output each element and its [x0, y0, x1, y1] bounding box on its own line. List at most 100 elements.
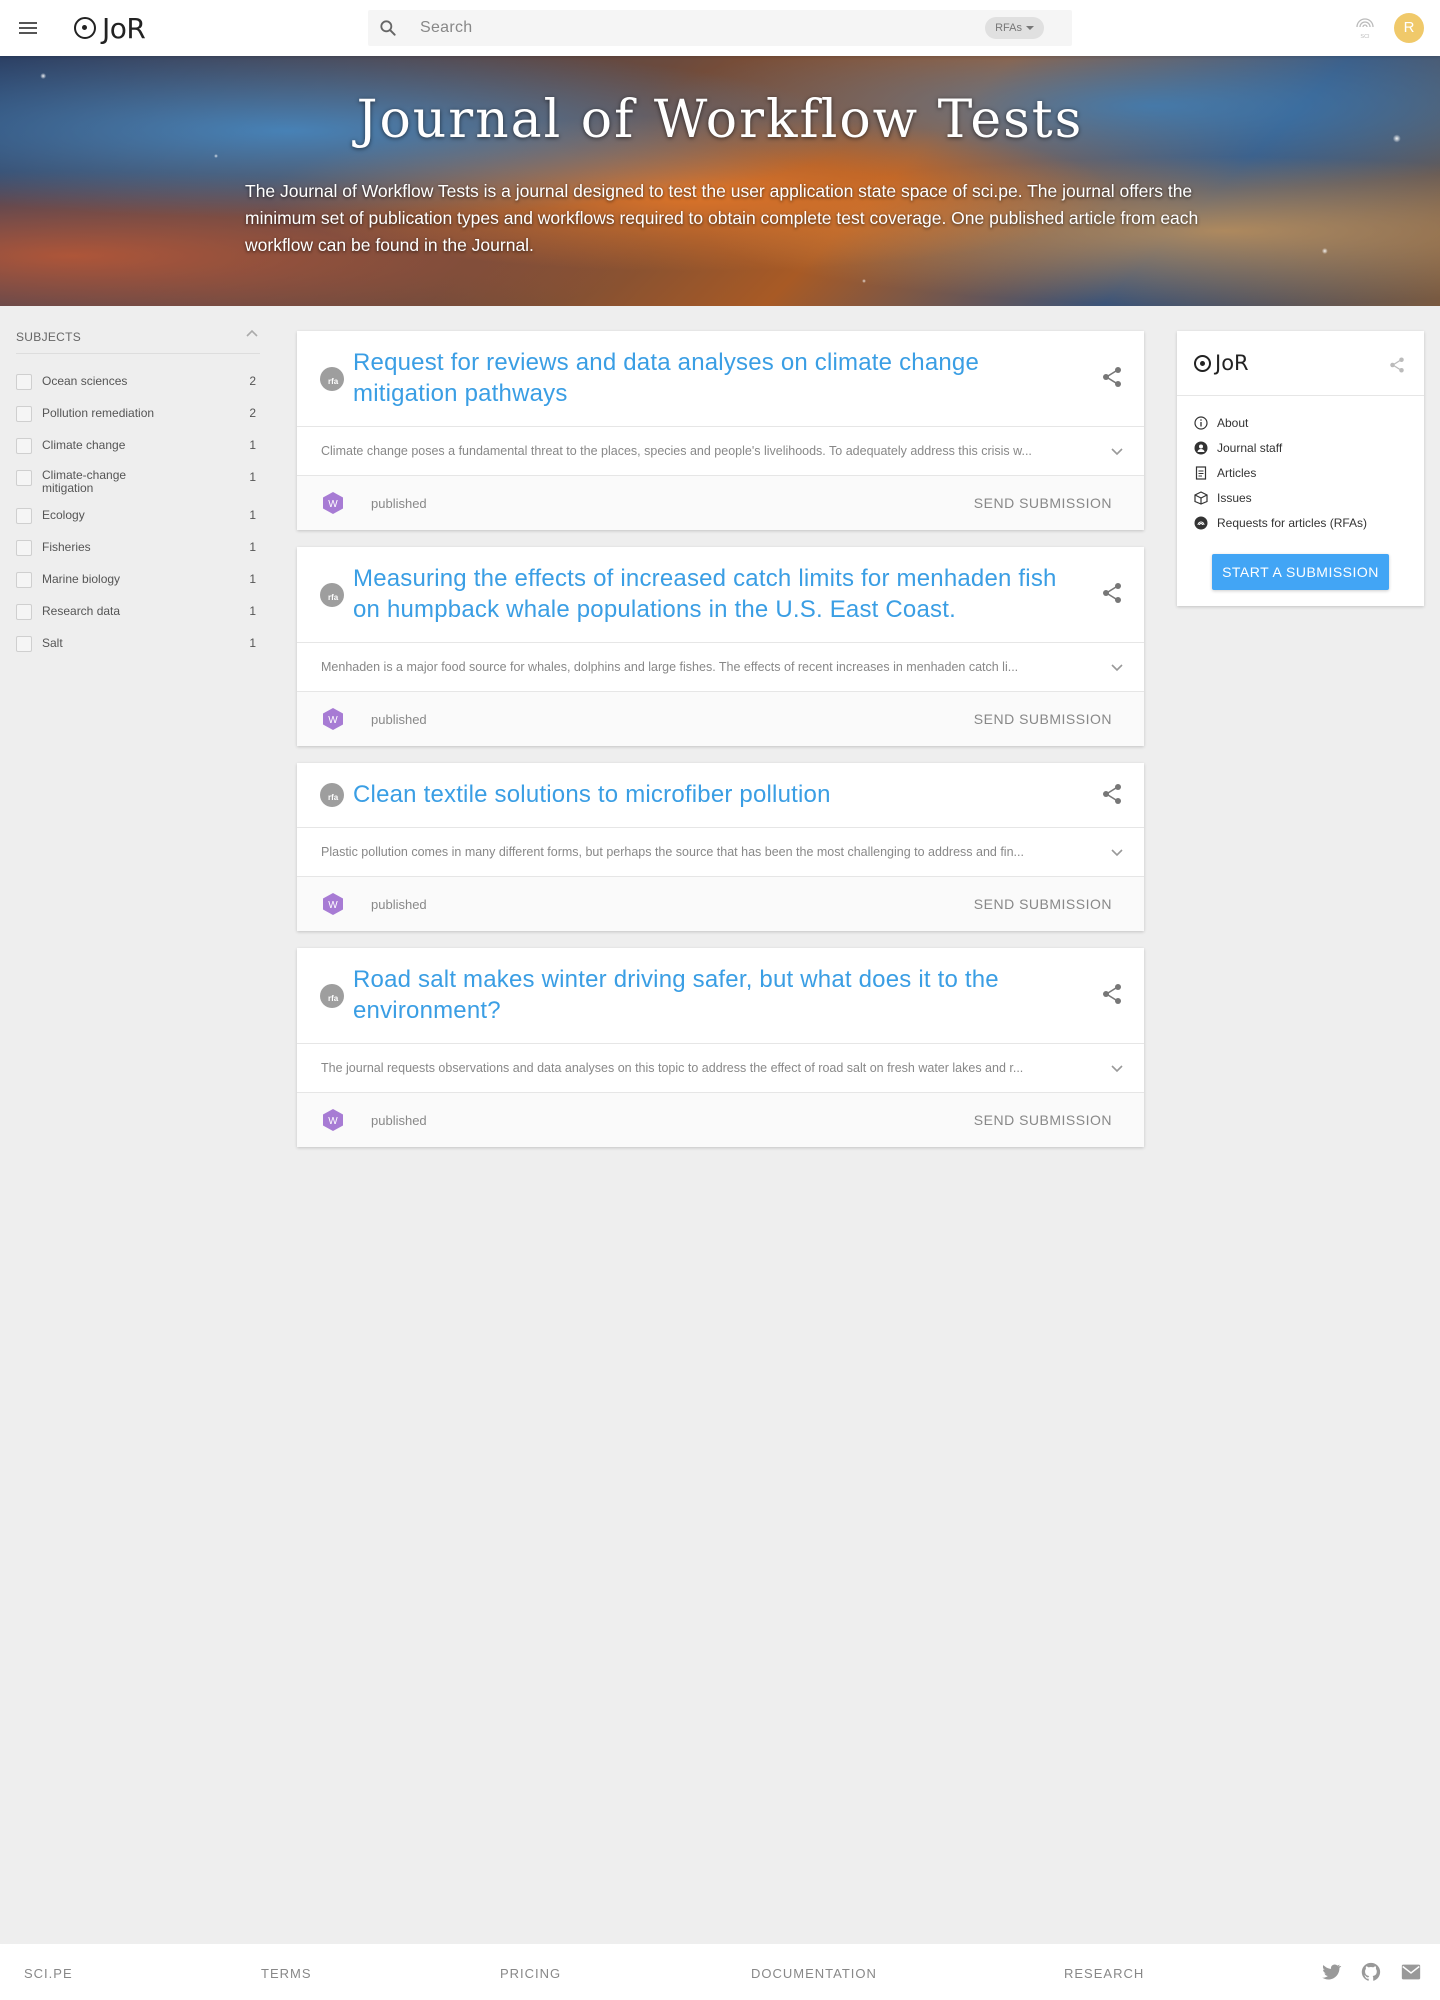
subject-count: 1 — [249, 438, 256, 452]
workflow-badge-icon: W — [323, 1109, 343, 1131]
journal-logo-text: JoR — [1215, 351, 1249, 375]
subject-count: 1 — [249, 636, 256, 650]
logo-circle-icon — [74, 17, 96, 39]
subjects-header[interactable]: SUBJECTS — [16, 328, 260, 354]
footer-link-scipe[interactable]: SCI.PE — [24, 1966, 73, 1981]
footer-link-research[interactable]: RESEARCH — [1064, 1966, 1144, 1981]
share-icon[interactable] — [1100, 365, 1124, 389]
github-icon[interactable] — [1360, 1961, 1382, 1983]
subject-filter[interactable]: Climate-change mitigation 1 — [16, 466, 260, 496]
footer-link-pricing[interactable]: PRICING — [500, 1966, 561, 1981]
chevron-down-icon[interactable] — [1108, 658, 1126, 676]
twitter-icon[interactable] — [1320, 1961, 1342, 1983]
rfa-type-icon: rfa — [320, 783, 344, 807]
send-submission-button[interactable]: SEND SUBMISSION — [974, 711, 1112, 727]
send-submission-button[interactable]: SEND SUBMISSION — [974, 1112, 1112, 1128]
journal-logo[interactable]: JoR — [1194, 351, 1249, 375]
rfa-type-icon: rfa — [320, 984, 344, 1008]
nav-articles[interactable]: Articles — [1194, 463, 1414, 483]
menu-icon[interactable] — [16, 16, 40, 40]
rfa-icon — [1194, 516, 1208, 530]
checkbox[interactable] — [16, 374, 32, 390]
checkbox[interactable] — [16, 438, 32, 454]
rfa-card: rfa Measuring the effects of increased c… — [297, 547, 1144, 746]
share-icon[interactable] — [1100, 782, 1124, 806]
article-icon — [1195, 466, 1207, 480]
share-icon[interactable] — [1388, 356, 1406, 374]
nav-issues[interactable]: Issues — [1194, 488, 1414, 508]
share-icon[interactable] — [1100, 581, 1124, 605]
subject-label: Ecology — [42, 508, 85, 522]
rfa-abstract[interactable]: Climate change poses a fundamental threa… — [297, 427, 1144, 476]
subject-label: Fisheries — [42, 540, 91, 554]
rfa-title[interactable]: Request for reviews and data analyses on… — [353, 347, 1073, 409]
subject-filter[interactable]: Research data 1 — [16, 600, 260, 622]
subject-filter[interactable]: Salt 1 — [16, 632, 260, 654]
nav-requests-for-articles[interactable]: Requests for articles (RFAs) — [1194, 513, 1414, 533]
rfa-footer: W published SEND SUBMISSION — [297, 692, 1144, 746]
nav-journal-staff[interactable]: Journal staff — [1194, 438, 1414, 458]
journal-banner: Journal of Workflow Tests The Journal of… — [0, 56, 1440, 306]
subject-filter[interactable]: Climate change 1 — [16, 434, 260, 456]
subject-label: Pollution remediation — [42, 406, 155, 420]
send-submission-button[interactable]: SEND SUBMISSION — [974, 896, 1112, 912]
search-icon — [380, 20, 396, 36]
abstract-text: The journal requests observations and da… — [321, 1061, 1024, 1075]
rfa-abstract[interactable]: Menhaden is a major food source for whal… — [297, 643, 1144, 692]
rfa-card-header: rfa Clean textile solutions to microfibe… — [297, 763, 1144, 828]
subject-filter[interactable]: Ecology 1 — [16, 504, 260, 526]
share-icon[interactable] — [1100, 982, 1124, 1006]
checkbox[interactable] — [16, 508, 32, 524]
chevron-down-icon[interactable] — [1108, 442, 1126, 460]
start-submission-button[interactable]: START A SUBMISSION — [1212, 554, 1389, 590]
subject-label: Marine biology — [42, 572, 121, 586]
checkbox[interactable] — [16, 604, 32, 620]
info-icon — [1194, 416, 1208, 430]
checkbox[interactable] — [16, 572, 32, 588]
sci-fingerprint-icon[interactable]: SCI — [1352, 14, 1378, 40]
rfa-title[interactable]: Clean textile solutions to microfiber po… — [353, 779, 1073, 810]
badge-letter: W — [328, 715, 338, 726]
rfa-title[interactable]: Measuring the effects of increased catch… — [353, 563, 1073, 625]
logo[interactable]: JoR — [74, 10, 146, 46]
footer-link-terms[interactable]: TERMS — [261, 1966, 312, 1981]
chevron-down-icon[interactable] — [1108, 1059, 1126, 1077]
subject-filter[interactable]: Marine biology 1 — [16, 568, 260, 590]
nav-about[interactable]: About — [1194, 413, 1414, 433]
nav-label: About — [1217, 416, 1249, 430]
subject-filter[interactable]: Ocean sciences 2 — [16, 370, 260, 392]
send-submission-button[interactable]: SEND SUBMISSION — [974, 495, 1112, 511]
rfa-title[interactable]: Road salt makes winter driving safer, bu… — [353, 964, 1073, 1026]
checkbox[interactable] — [16, 406, 32, 422]
footer: SCI.PE TERMS PRICING DOCUMENTATION RESEA… — [0, 1944, 1440, 2000]
rfa-abstract[interactable]: The journal requests observations and da… — [297, 1044, 1144, 1093]
checkbox[interactable] — [16, 636, 32, 652]
subject-filter[interactable]: Fisheries 1 — [16, 536, 260, 558]
rfa-card-header: rfa Request for reviews and data analyse… — [297, 331, 1144, 427]
nav-label: Journal staff — [1217, 441, 1283, 455]
subjects-title: SUBJECTS — [16, 330, 82, 344]
badge-letter: W — [328, 900, 338, 911]
footer-link-documentation[interactable]: DOCUMENTATION — [751, 1966, 877, 1981]
chevron-up-icon[interactable] — [244, 326, 260, 342]
checkbox[interactable] — [16, 470, 32, 486]
checkbox[interactable] — [16, 540, 32, 556]
email-icon[interactable] — [1400, 1961, 1422, 1983]
journal-card-header: JoR — [1177, 331, 1424, 396]
rfa-footer: W published SEND SUBMISSION — [297, 877, 1144, 931]
badge-letter: W — [328, 499, 338, 510]
caret-down-icon — [1026, 26, 1034, 31]
rfa-type-icon: rfa — [320, 583, 344, 607]
search-scope-dropdown[interactable]: RFAs — [985, 17, 1044, 39]
subject-filter[interactable]: Pollution remediation 2 — [16, 402, 260, 424]
search-input[interactable] — [420, 16, 940, 40]
abstract-text: Climate change poses a fundamental threa… — [321, 444, 1032, 458]
rfa-type-icon: rfa — [320, 367, 344, 391]
rfa-card: rfa Clean textile solutions to microfibe… — [297, 763, 1144, 931]
staff-icon — [1194, 441, 1208, 455]
avatar[interactable]: R — [1394, 13, 1424, 43]
subject-label: Climate-change mitigation — [42, 468, 127, 495]
search-bar[interactable]: RFAs — [368, 10, 1072, 46]
rfa-abstract[interactable]: Plastic pollution comes in many differen… — [297, 828, 1144, 877]
chevron-down-icon[interactable] — [1108, 843, 1126, 861]
